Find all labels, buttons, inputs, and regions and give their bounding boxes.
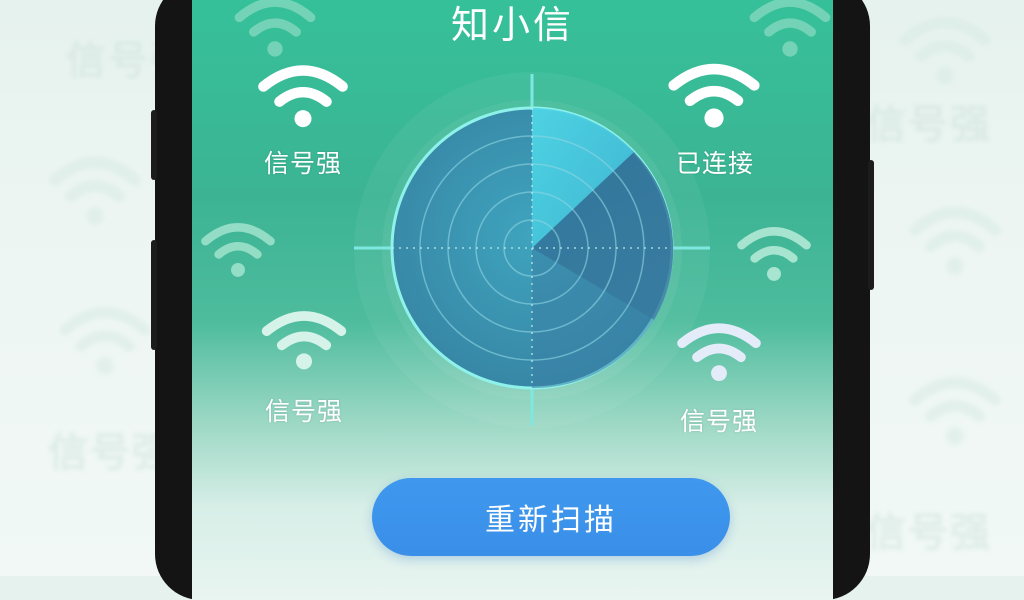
app-screen: 知小信 信号强 已连接 信号强 信号强 重新扫描 (192, 0, 833, 600)
bg-wifi-icon (59, 306, 151, 375)
bg-wifi-icon (49, 156, 141, 225)
faint-wifi-icon (749, 0, 831, 57)
phone-side-button (868, 160, 874, 290)
phone-side-button (151, 110, 157, 180)
bg-text: 信号强 (866, 510, 992, 556)
bg-text: 信号强 (866, 102, 992, 148)
faint-wifi-icon (201, 223, 275, 277)
bg-wifi-icon (909, 376, 1001, 445)
radar-scanner (354, 72, 710, 428)
rescan-button[interactable]: 重新扫描 (372, 478, 730, 556)
phone-frame: 知小信 信号强 已连接 信号强 信号强 重新扫描 (151, 0, 874, 600)
wifi-icon (258, 65, 348, 128)
faint-wifi-icon (234, 0, 316, 57)
wifi-icon (261, 311, 347, 370)
phone-side-button (151, 240, 157, 350)
bg-wifi-icon (899, 16, 991, 85)
faint-wifi-icon (737, 227, 811, 281)
bg-wifi-icon (909, 206, 1001, 275)
